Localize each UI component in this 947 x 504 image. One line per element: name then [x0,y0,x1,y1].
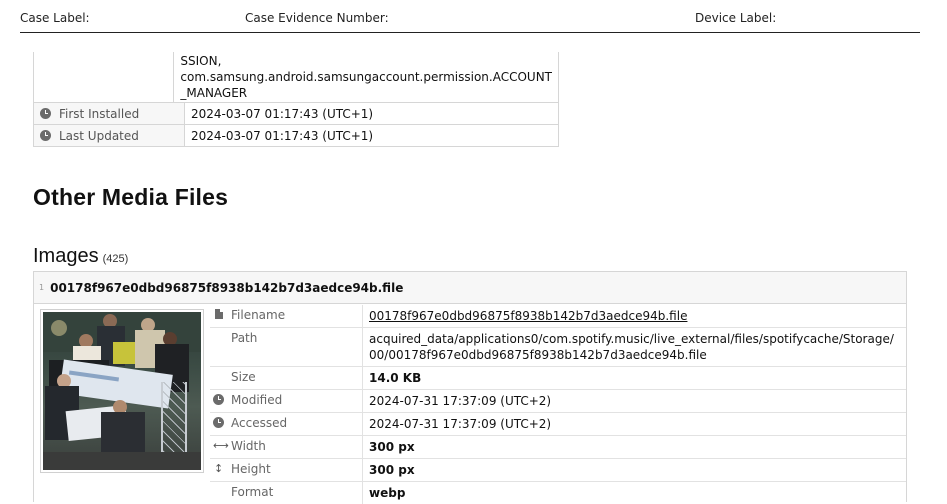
report-header: Case Label: Case Evidence Number: Device… [20,0,920,33]
modified-value: 2024-07-31 17:37:09 (UTC+2) [369,394,552,408]
images-heading: Images (425) [33,245,128,268]
clock-icon [213,417,224,428]
permissions-value: SSION, com.samsung.android.samsungaccoun… [174,52,558,102]
first-installed-row: First Installed 2024-03-07 01:17:43 (UTC… [34,102,558,124]
permissions-label-cell [34,52,175,102]
size-value: 14.0 KB [369,371,422,385]
app-detail-table: SSION, com.samsung.android.samsungaccoun… [33,52,559,147]
first-installed-value: 2024-03-07 01:17:43 (UTC+1) [191,106,374,121]
image-record-header: 1 00178f967e0dbd96875f8938b142b7d3aedce9… [34,272,906,304]
image-record: 1 00178f967e0dbd96875f8938b142b7d3aedce9… [33,271,907,504]
image-thumbnail[interactable] [40,309,204,473]
format-value: webp [369,486,406,500]
permissions-line-3: _MANAGER [180,86,248,100]
thumbnail-photo [43,312,201,470]
horizontal-arrows-icon: ⟷ [213,439,229,452]
last-updated-value: 2024-03-07 01:17:43 (UTC+1) [191,128,374,143]
vertical-arrows-icon: ↕ [214,462,224,475]
case-evidence-number: Case Evidence Number: [245,11,389,25]
record-name: 00178f967e0dbd96875f8938b142b7d3aedce94b… [50,280,404,295]
filename-label: Filename [231,308,286,322]
modified-label: Modified [231,393,283,407]
permissions-line-2: com.samsung.android.samsungaccount.permi… [180,70,552,84]
path-row: Path acquired_data/applications0/com.spo… [210,328,906,367]
path-label: Path [231,331,258,345]
first-installed-label: First Installed [59,106,140,121]
document-icon [215,309,223,319]
size-label: Size [231,370,256,384]
accessed-label: Accessed [231,416,288,430]
images-title: Images [33,245,99,267]
clock-icon [213,394,224,405]
width-value: 300 px [369,440,415,454]
path-line-1: acquired_data/applications0/com.spotify.… [369,332,894,346]
accessed-value: 2024-07-31 17:37:09 (UTC+2) [369,417,552,431]
accessed-row: Accessed 2024-07-31 17:37:09 (UTC+2) [210,413,906,436]
path-value: acquired_data/applications0/com.spotify.… [363,328,906,366]
clock-icon [40,130,51,141]
modified-row: Modified 2024-07-31 17:37:09 (UTC+2) [210,390,906,413]
clock-icon [40,108,51,119]
device-label: Device Label: [695,11,777,25]
format-row: Format webp [210,482,906,504]
filename-link[interactable]: 00178f967e0dbd96875f8938b142b7d3aedce94b… [363,305,906,327]
permissions-row: SSION, com.samsung.android.samsungaccoun… [34,52,558,102]
filename-row: Filename 00178f967e0dbd96875f8938b142b7d… [210,305,906,328]
size-row: Size 14.0 KB [210,367,906,390]
height-value: 300 px [369,463,415,477]
width-row: ⟷ Width 300 px [210,436,906,459]
image-metadata-table: Filename 00178f967e0dbd96875f8938b142b7d… [210,305,906,504]
last-updated-row: Last Updated 2024-03-07 01:17:43 (UTC+1) [34,124,558,146]
case-label: Case Label: [20,11,90,25]
path-line-2: 00/00178f967e0dbd96875f8938b142b7d3aedce… [369,348,707,362]
images-count: (425) [102,253,129,265]
format-label: Format [231,485,274,499]
permissions-line-1: SSION, [180,54,222,68]
last-updated-label: Last Updated [59,128,139,143]
height-row: ↕ Height 300 px [210,459,906,482]
section-title: Other Media Files [33,184,229,210]
record-index: 1 [39,283,45,292]
width-label: Width [231,439,266,453]
height-label: Height [231,462,271,476]
